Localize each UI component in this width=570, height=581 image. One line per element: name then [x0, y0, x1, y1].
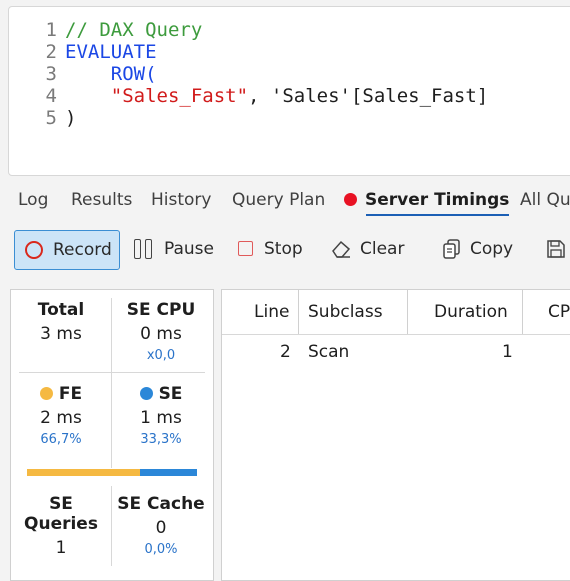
stop-icon: [238, 241, 253, 256]
line-number: 5: [45, 107, 57, 129]
cell-subclass: Scan: [308, 342, 350, 362]
save-icon: [547, 240, 565, 258]
total-value: 3 ms: [40, 324, 82, 344]
se-queries-title: SE Queries: [24, 494, 98, 534]
se-cpu-stat: SE CPU 0 ms x0,0: [111, 300, 211, 363]
fe-stat: FE 2 ms 66,7%: [11, 384, 111, 447]
server-timings-grid: Line Subclass Duration CP 2 Scan 1: [221, 289, 570, 581]
column-header-duration[interactable]: Duration: [434, 290, 508, 334]
column-header-cpu[interactable]: CP: [548, 290, 570, 334]
eraser-icon: [332, 240, 351, 258]
code-text: "Sales_Fast", 'Sales'[Sales_Fast]: [65, 85, 489, 107]
se-cpu-value: 0 ms: [140, 324, 182, 344]
code-token: // DAX Query: [65, 19, 203, 41]
copy-label: Copy: [470, 239, 514, 259]
column-header-subclass[interactable]: Subclass: [308, 290, 383, 334]
pause-icon-bar: [145, 239, 152, 259]
tab-all-queries[interactable]: All Qu: [520, 186, 570, 214]
code-token: , 'Sales'[Sales_Fast]: [248, 85, 489, 107]
se-percent: 33,3%: [140, 432, 182, 447]
code-token: "Sales_Fast": [65, 85, 249, 107]
stop-label: Stop: [264, 239, 303, 259]
record-label: Record: [53, 240, 112, 260]
tab-query-plan[interactable]: Query Plan: [232, 186, 325, 214]
tab-server-timings-label: Server Timings: [365, 190, 510, 210]
line-number: 3: [45, 63, 57, 85]
column-separator[interactable]: [298, 290, 299, 334]
result-tabs: Log Results History Query Plan Server Ti…: [0, 186, 570, 216]
code-text: ): [65, 107, 76, 129]
se-stat: SE 1 ms 33,3%: [111, 384, 211, 447]
code-text: ROW(: [65, 63, 157, 85]
timings-toolbar: Record Pause Stop Clear Copy: [0, 226, 570, 274]
total-stat: Total 3 ms: [11, 300, 111, 344]
clear-button[interactable]: Clear: [326, 230, 416, 268]
active-tab-underline: [366, 214, 510, 216]
stop-button[interactable]: Stop: [232, 230, 312, 268]
tab-server-timings[interactable]: Server Timings: [344, 186, 510, 216]
se-duration-bar: [140, 469, 197, 476]
stats-divider: [19, 372, 205, 373]
pause-icon: [134, 239, 141, 259]
query-editor[interactable]: 1 // DAX Query 2 EVALUATE 3 ROW( 4 "Sales_Fas…: [8, 6, 570, 176]
copy-button[interactable]: Copy: [438, 230, 526, 268]
save-button[interactable]: [540, 230, 570, 268]
column-header-line[interactable]: Line: [254, 290, 289, 334]
code-text: EVALUATE: [65, 41, 157, 63]
timing-summary-panel: Total 3 ms SE CPU 0 ms x0,0 FE 2 ms 66,7…: [10, 289, 214, 581]
fe-value: 2 ms: [40, 408, 82, 428]
clear-label: Clear: [360, 239, 405, 259]
se-title: SE: [158, 384, 183, 404]
pause-button[interactable]: Pause: [128, 230, 220, 268]
fe-legend-icon: [39, 387, 53, 400]
column-separator[interactable]: [407, 290, 408, 334]
code-token: ): [65, 107, 77, 129]
tab-log[interactable]: Log: [18, 186, 48, 214]
cell-line: 2: [280, 342, 291, 362]
cell-duration: 1: [502, 342, 513, 362]
se-value: 1 ms: [140, 408, 182, 428]
code-token: ROW(: [65, 63, 157, 85]
tab-history[interactable]: History: [151, 186, 211, 214]
se-cache-stat: SE Cache 0 0,0%: [111, 494, 211, 557]
line-number: 4: [45, 85, 57, 107]
code-text: // DAX Query: [65, 19, 202, 41]
grid-header: Line Subclass Duration CP: [222, 290, 570, 335]
copy-icon: [443, 239, 460, 259]
fe-percent: 66,7%: [40, 432, 82, 447]
line-number: 1: [45, 19, 57, 41]
total-title: Total: [37, 300, 85, 320]
se-cpu-title: SE CPU: [126, 300, 196, 320]
fe-duration-bar: [27, 469, 140, 476]
se-queries-value: 1: [55, 538, 67, 558]
se-legend-icon: [139, 387, 153, 400]
se-cache-value: 0: [155, 518, 167, 538]
record-button[interactable]: Record: [14, 230, 120, 270]
line-number: 2: [45, 41, 57, 63]
se-queries-stat: SE Queries 1: [11, 494, 111, 558]
code-token: EVALUATE: [65, 41, 157, 63]
pause-label: Pause: [164, 239, 214, 259]
column-separator[interactable]: [522, 290, 523, 334]
tab-results[interactable]: Results: [71, 186, 132, 214]
record-indicator-icon: [344, 193, 357, 206]
record-icon: [25, 241, 43, 259]
se-cpu-ratio: x0,0: [146, 348, 176, 363]
fe-title: FE: [58, 384, 83, 404]
se-cache-title: SE Cache: [117, 494, 205, 514]
se-cache-percent: 0,0%: [144, 542, 178, 557]
